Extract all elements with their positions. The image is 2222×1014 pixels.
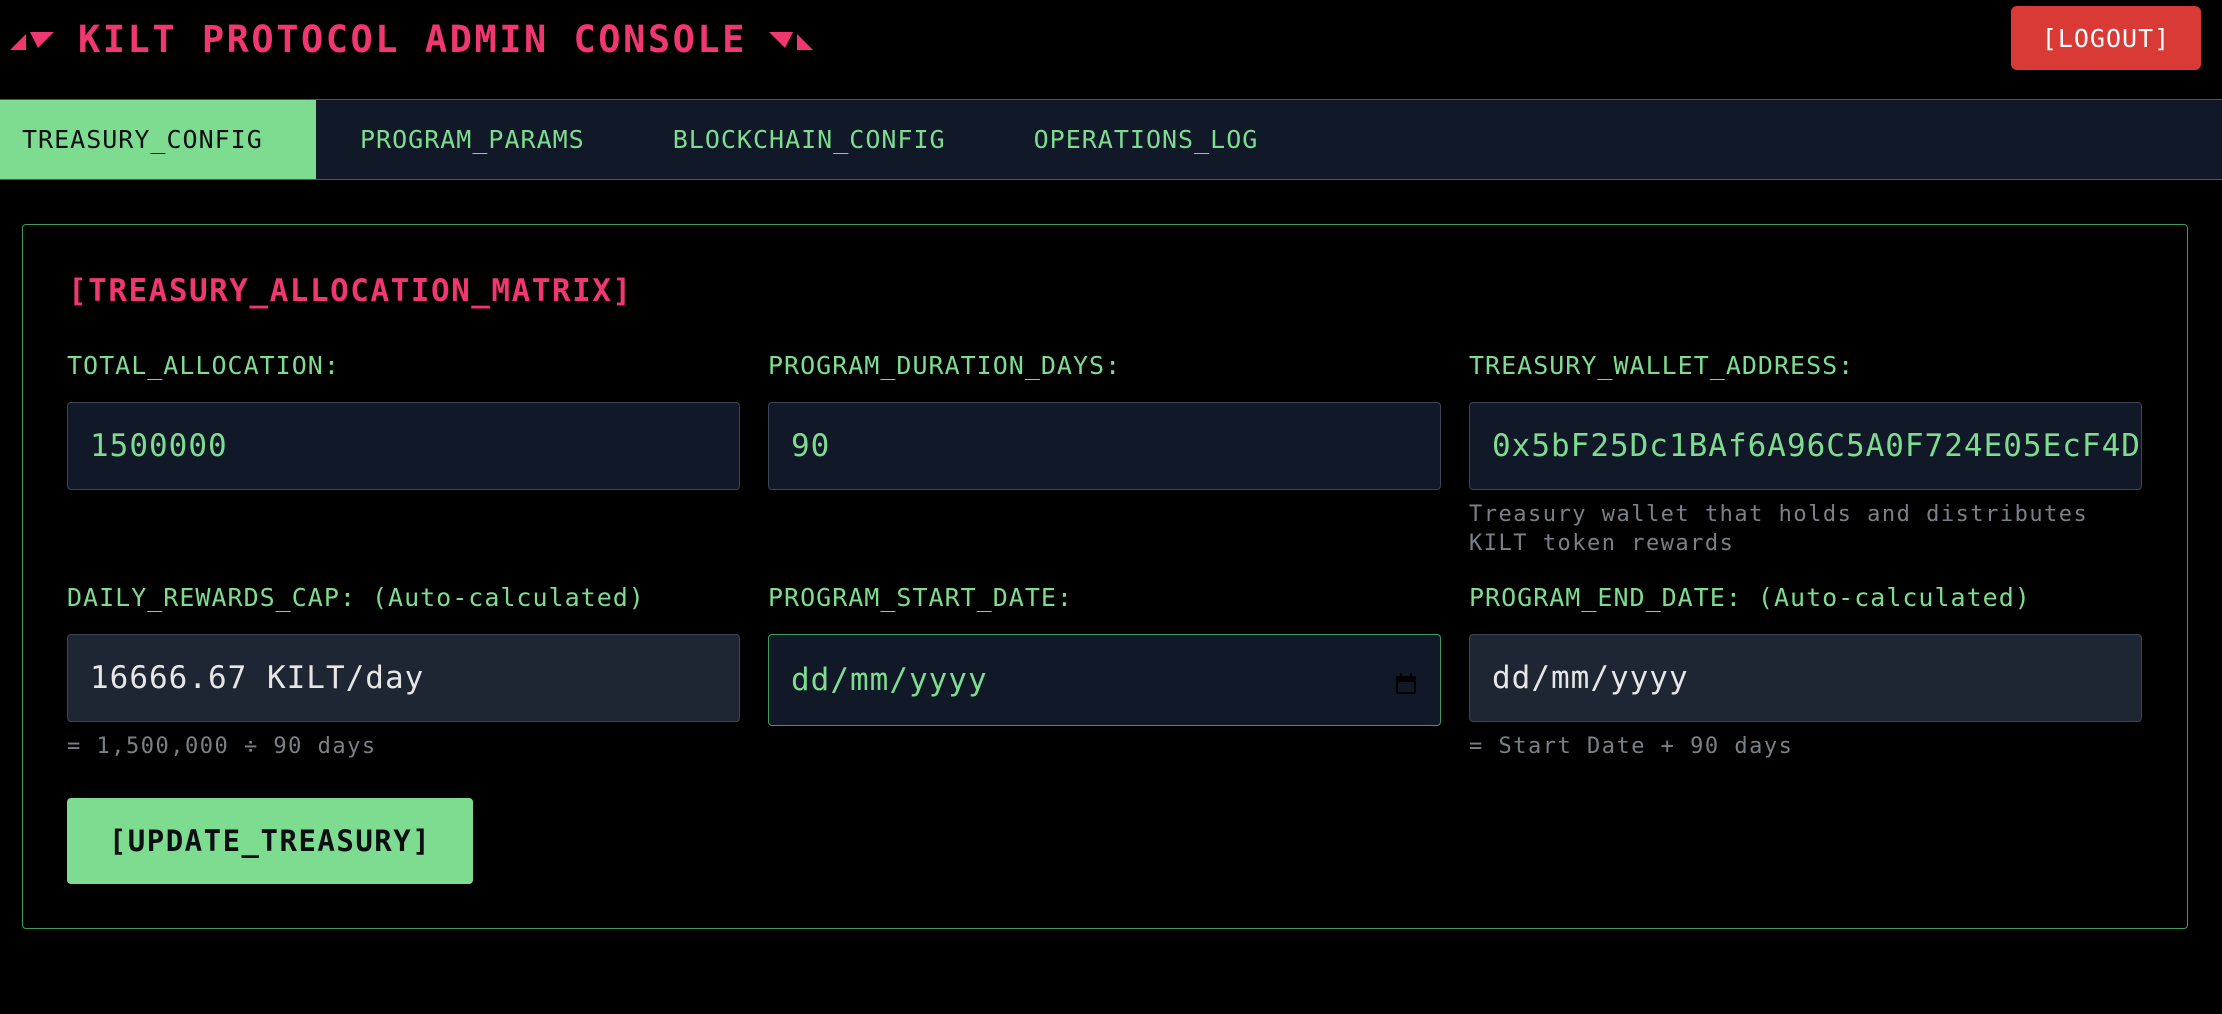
tab-program-params[interactable]: PROGRAM_PARAMS bbox=[316, 100, 629, 179]
daily-rewards-cap-label: DAILY_REWARDS_CAP: (Auto-calculated) bbox=[67, 583, 645, 612]
triangle-deco-right-icon bbox=[768, 24, 813, 54]
tab-treasury-config[interactable]: TREASURY_CONFIG bbox=[0, 100, 316, 179]
program-end-date-field-group: PROGRAM_END_DATE: (Auto-calculated) dd/m… bbox=[1469, 581, 2142, 761]
app-header: KILT PROTOCOL ADMIN CONSOLE [LOGOUT] bbox=[0, 0, 2222, 99]
daily-rewards-cap-hint: = 1,500,000 ÷ 90 days bbox=[67, 734, 377, 759]
section-title: [TREASURY_ALLOCATION_MATRIX] bbox=[68, 273, 633, 309]
treasury-wallet-field-group: TREASURY_WALLET_ADDRESS: 0x5bF25Dc1BAf6A… bbox=[1469, 349, 2142, 558]
calendar-icon[interactable] bbox=[1394, 668, 1418, 694]
treasury-allocation-panel: [TREASURY_ALLOCATION_MATRIX] TOTAL_ALLOC… bbox=[22, 224, 2188, 929]
program-end-date-input: dd/mm/yyyy bbox=[1469, 634, 2142, 722]
program-duration-field-group: PROGRAM_DURATION_DAYS: 90 bbox=[768, 349, 1441, 490]
tab-bar: TREASURY_CONFIG PROGRAM_PARAMS BLOCKCHAI… bbox=[0, 99, 2222, 180]
app-title: KILT PROTOCOL ADMIN CONSOLE bbox=[78, 17, 747, 61]
program-duration-input[interactable]: 90 bbox=[768, 402, 1441, 490]
treasury-wallet-hint-line2: KILT token rewards bbox=[1469, 531, 1735, 556]
triangle-deco-left-icon bbox=[10, 24, 54, 54]
program-start-date-field-group: PROGRAM_START_DATE: dd/mm/yyyy bbox=[768, 581, 1441, 726]
update-treasury-button[interactable]: [UPDATE_TREASURY] bbox=[67, 798, 473, 884]
logout-button[interactable]: [LOGOUT] bbox=[2011, 6, 2201, 70]
program-start-date-placeholder: dd/mm/yyyy bbox=[791, 662, 988, 698]
total-allocation-field-group: TOTAL_ALLOCATION: 1500000 bbox=[67, 349, 740, 490]
program-duration-label: PROGRAM_DURATION_DAYS: bbox=[768, 351, 1122, 380]
total-allocation-input[interactable]: 1500000 bbox=[67, 402, 740, 490]
daily-rewards-cap-field-group: DAILY_REWARDS_CAP: (Auto-calculated) 166… bbox=[67, 581, 740, 761]
daily-rewards-cap-input: 16666.67 KILT/day bbox=[67, 634, 740, 722]
app-title-group: KILT PROTOCOL ADMIN CONSOLE bbox=[10, 14, 813, 64]
total-allocation-label: TOTAL_ALLOCATION: bbox=[67, 351, 340, 380]
program-start-date-input[interactable]: dd/mm/yyyy bbox=[768, 634, 1441, 726]
program-start-date-label: PROGRAM_START_DATE: bbox=[768, 583, 1073, 612]
tab-blockchain-config[interactable]: BLOCKCHAIN_CONFIG bbox=[629, 100, 990, 179]
program-end-date-label: PROGRAM_END_DATE: (Auto-calculated) bbox=[1469, 583, 2031, 612]
tab-operations-log[interactable]: OPERATIONS_LOG bbox=[990, 100, 1303, 179]
treasury-wallet-hint: Treasury wallet that holds and distribut… bbox=[1469, 500, 2142, 558]
treasury-wallet-input[interactable]: 0x5bF25Dc1BAf6A96C5A0F724E05EcF4D4 bbox=[1469, 402, 2142, 490]
program-end-date-hint: = Start Date + 90 days bbox=[1469, 734, 1794, 759]
treasury-wallet-hint-line1: Treasury wallet that holds and distribut… bbox=[1469, 502, 2089, 527]
treasury-wallet-label: TREASURY_WALLET_ADDRESS: bbox=[1469, 351, 1855, 380]
